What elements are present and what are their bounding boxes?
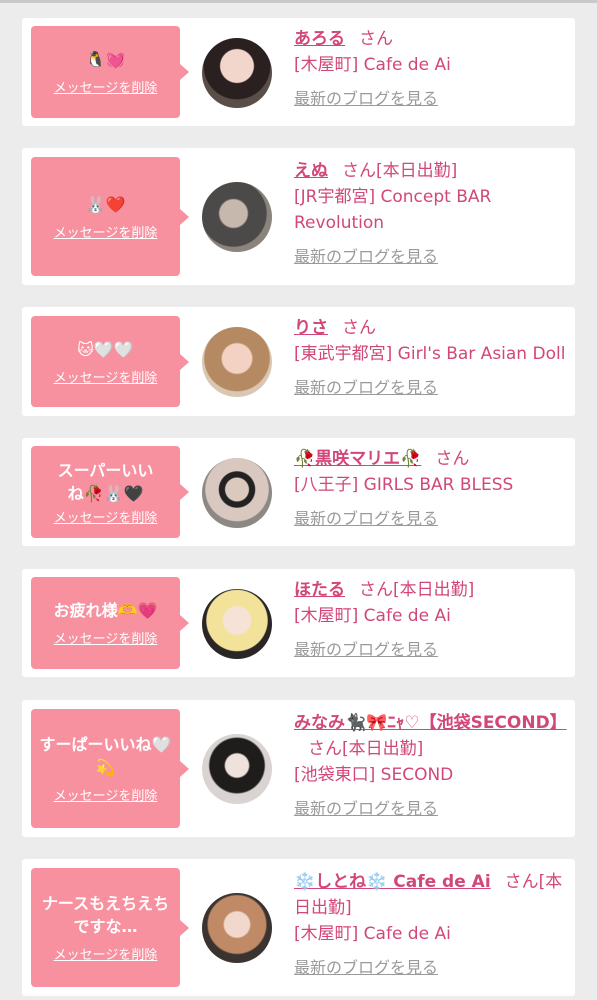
- latest-blog-link[interactable]: 最新のブログを見る: [294, 244, 569, 270]
- latest-blog-link[interactable]: 最新のブログを見る: [294, 506, 569, 532]
- message-text: すーぱーいいね🤍💫: [39, 735, 172, 777]
- message-bubble: 🐧💓 メッセージを削除: [31, 26, 189, 118]
- shop-name: [木屋町] Cafe de Ai: [294, 924, 451, 944]
- girl-name-link[interactable]: 🥀黒咲マリエ🥀: [294, 449, 421, 469]
- delete-message-link[interactable]: メッセージを削除: [54, 367, 158, 386]
- message-card: すーぱーいいね🤍💫 メッセージを削除 みなみ🐈‍⬛🎀ﾆｬ♡【池袋SECOND】さ…: [22, 700, 575, 837]
- delete-message-link[interactable]: メッセージを削除: [54, 507, 158, 526]
- message-card: 🐰❤️ メッセージを削除 えぬ さん[本日出勤] [JR宇都宮] Concept …: [22, 148, 575, 285]
- avatar[interactable]: [202, 589, 272, 659]
- honorific: さん: [308, 739, 342, 759]
- message-card: スーパーいいね🥀🐰🖤 メッセージを削除 🥀黒咲マリエ🥀 さん [八王子] GIRL…: [22, 438, 575, 546]
- latest-blog-link[interactable]: 最新のブログを見る: [294, 955, 569, 981]
- status-badge: [本日出勤]: [376, 161, 458, 181]
- message-text: ナースもえちえちですな…: [41, 894, 170, 936]
- message-card: 🐧💓 メッセージを削除 あろる さん [木屋町] Cafe de Ai 最新のブロ…: [22, 18, 575, 126]
- girl-name-link[interactable]: ほたる: [294, 580, 345, 600]
- avatar[interactable]: [202, 893, 272, 963]
- girl-name-link[interactable]: えぬ: [294, 161, 328, 181]
- message-bubble: 🐰❤️ メッセージを削除: [31, 157, 189, 276]
- avatar[interactable]: [202, 458, 272, 528]
- girl-name-link[interactable]: りさ: [294, 318, 328, 338]
- message-card: 🐱🤍🤍 メッセージを削除 りさ さん [東武宇都宮] Girl's Bar Asi…: [22, 307, 575, 416]
- latest-blog-link[interactable]: 最新のブログを見る: [294, 796, 569, 822]
- honorific: さん: [435, 449, 470, 469]
- message-bubble: 🐱🤍🤍 メッセージを削除: [31, 316, 189, 407]
- shop-name: [木屋町] Cafe de Ai: [294, 55, 451, 75]
- girl-name-link[interactable]: あろる: [294, 29, 345, 49]
- honorific: さん: [342, 318, 376, 338]
- honorific: さん: [359, 580, 393, 600]
- message-text: スーパーいいね🥀🐰🖤: [57, 460, 154, 503]
- delete-message-link[interactable]: メッセージを削除: [54, 785, 158, 804]
- message-text: お疲れ様🫶💗: [53, 601, 158, 620]
- avatar[interactable]: [202, 734, 272, 804]
- message-card: ナースもえちえちですな… メッセージを削除 ❄️しとね❄️ Cafe de Ai…: [22, 859, 575, 996]
- delete-message-link[interactable]: メッセージを削除: [54, 222, 158, 241]
- shop-name: [池袋東口] SECOND: [294, 765, 454, 785]
- shop-name: [木屋町] Cafe de Ai: [294, 606, 451, 626]
- status-badge: [本日出勤]: [393, 580, 475, 600]
- avatar[interactable]: [202, 38, 272, 108]
- avatar[interactable]: [202, 327, 272, 397]
- message-bubble: ナースもえちえちですな… メッセージを削除: [31, 868, 189, 987]
- message-card: お疲れ様🫶💗 メッセージを削除 ほたる さん[本日出勤] [木屋町] Cafe d…: [22, 569, 575, 677]
- status-badge: [本日出勤]: [342, 739, 424, 759]
- honorific: さん: [359, 29, 393, 49]
- honorific: さん: [504, 872, 539, 892]
- delete-message-link[interactable]: メッセージを削除: [54, 944, 158, 963]
- delete-message-link[interactable]: メッセージを削除: [54, 628, 158, 647]
- latest-blog-link[interactable]: 最新のブログを見る: [294, 637, 569, 663]
- message-bubble: お疲れ様🫶💗 メッセージを削除: [31, 577, 189, 669]
- shop-name: [JR宇都宮] Concept BAR Revolution: [294, 187, 492, 233]
- delete-message-link[interactable]: メッセージを削除: [54, 77, 158, 96]
- message-bubble: スーパーいいね🥀🐰🖤 メッセージを削除: [31, 446, 189, 538]
- message-text: 🐱🤍🤍: [77, 339, 134, 359]
- shop-name: [八王子] GIRLS BAR BLESS: [294, 475, 514, 495]
- girl-name-link[interactable]: ❄️しとね❄️ Cafe de Ai: [294, 872, 491, 892]
- latest-blog-link[interactable]: 最新のブログを見る: [294, 86, 569, 112]
- girl-name-link[interactable]: みなみ🐈‍⬛🎀ﾆｬ♡【池袋SECOND】: [294, 713, 567, 733]
- top-divider: [0, 0, 597, 3]
- message-bubble: すーぱーいいね🤍💫 メッセージを削除: [31, 709, 189, 828]
- avatar[interactable]: [202, 182, 272, 252]
- message-text: 🐧💓: [85, 50, 126, 69]
- honorific: さん: [342, 161, 376, 181]
- shop-name: [東武宇都宮] Girl's Bar Asian Doll: [294, 344, 566, 364]
- message-text: 🐰❤️: [85, 194, 126, 214]
- latest-blog-link[interactable]: 最新のブログを見る: [294, 375, 569, 401]
